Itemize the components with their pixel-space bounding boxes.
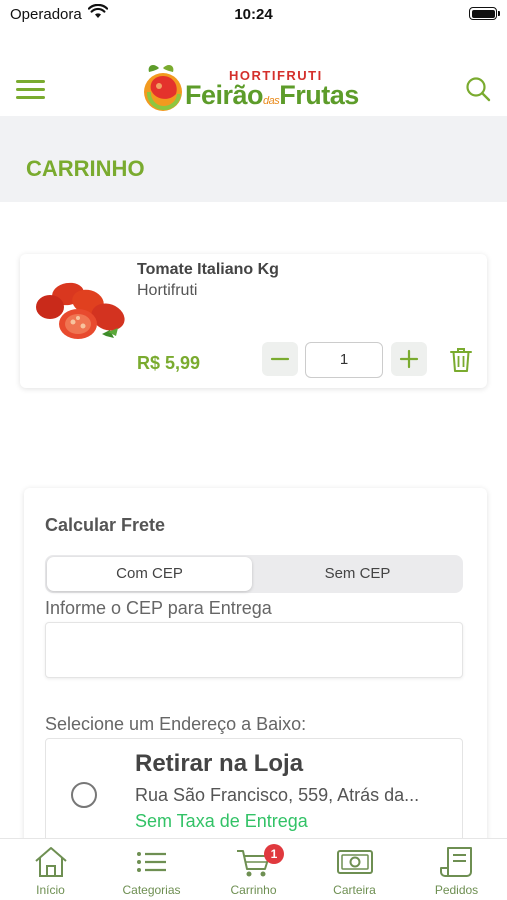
shipping-title: Calcular Frete bbox=[45, 515, 166, 535]
tab-carteira[interactable]: Carteira bbox=[304, 839, 405, 900]
home-icon bbox=[34, 847, 67, 877]
quantity-increase-button[interactable] bbox=[391, 342, 427, 376]
cart-count-badge: 1 bbox=[264, 844, 284, 864]
page-title: CARRINHO bbox=[26, 156, 145, 181]
tab-label-carrinho: Carrinho bbox=[230, 883, 277, 897]
status-time: 10:24 bbox=[234, 6, 273, 23]
receipt-icon bbox=[439, 847, 472, 877]
battery-icon bbox=[469, 7, 500, 20]
shipping-mode-segmented-control: Com CEP Sem CEP bbox=[45, 555, 463, 593]
tab-label-carteira: Carteira bbox=[333, 883, 376, 897]
address-option-address: Rua São Francisco, 559, Atrás da... bbox=[135, 785, 420, 805]
search-icon[interactable] bbox=[465, 76, 491, 107]
bottom-tab-bar: Início Categorias 1 Carrinho Carteira Pe… bbox=[0, 838, 507, 900]
list-icon bbox=[136, 852, 166, 872]
address-option-fee: Sem Taxa de Entrega bbox=[135, 811, 308, 831]
tab-inicio[interactable]: Início bbox=[0, 839, 101, 900]
money-icon bbox=[336, 850, 373, 874]
page-title-band: CARRINHO bbox=[0, 116, 507, 202]
product-category: Hortifruti bbox=[137, 282, 198, 299]
fruit-logo-icon bbox=[144, 65, 182, 111]
cep-input[interactable] bbox=[45, 622, 463, 678]
logo-word-1: Feirão bbox=[185, 80, 264, 110]
tab-label-categorias: Categorias bbox=[122, 883, 181, 897]
cep-label: Informe o CEP para Entrega bbox=[45, 598, 272, 618]
segment-sem-cep[interactable]: Sem CEP bbox=[254, 557, 461, 591]
trash-icon[interactable] bbox=[450, 347, 472, 378]
minus-icon bbox=[270, 357, 290, 361]
cart-item-card: Tomate Italiano Kg Hortifruti R$ 5,99 1 bbox=[20, 254, 487, 388]
plus-icon bbox=[399, 349, 419, 369]
tab-label-pedidos: Pedidos bbox=[434, 883, 479, 897]
menu-icon[interactable] bbox=[16, 79, 46, 101]
tab-pedidos[interactable]: Pedidos bbox=[406, 839, 507, 900]
address-select-label: Selecione um Endereço a Baixo: bbox=[45, 714, 307, 734]
brand-logo: HORTIFRUTI FeirãodasFrutas bbox=[141, 60, 366, 116]
segment-com-cep[interactable]: Com CEP bbox=[47, 557, 252, 591]
quantity-input[interactable]: 1 bbox=[305, 342, 383, 378]
logo-word-2: das bbox=[263, 95, 280, 107]
quantity-decrease-button[interactable] bbox=[262, 342, 298, 376]
product-price: R$ 5,99 bbox=[137, 353, 201, 373]
product-image bbox=[28, 272, 128, 352]
tab-carrinho[interactable]: 1 Carrinho bbox=[203, 839, 304, 900]
tab-label-inicio: Início bbox=[36, 883, 65, 897]
address-radio[interactable] bbox=[71, 782, 97, 808]
address-option-store-pickup[interactable]: Retirar na Loja Rua São Francisco, 559, … bbox=[45, 738, 463, 848]
tab-categorias[interactable]: Categorias bbox=[101, 839, 202, 900]
address-option-title: Retirar na Loja bbox=[135, 750, 304, 777]
logo-word-3: Frutas bbox=[279, 80, 359, 110]
logo-main-text: FeirãodasFrutas bbox=[185, 80, 359, 111]
status-bar: Operadora 10:24 bbox=[0, 0, 507, 30]
shipping-card: Calcular Frete Com CEP Sem CEP Informe o… bbox=[24, 488, 487, 848]
product-name: Tomate Italiano Kg bbox=[137, 261, 279, 278]
